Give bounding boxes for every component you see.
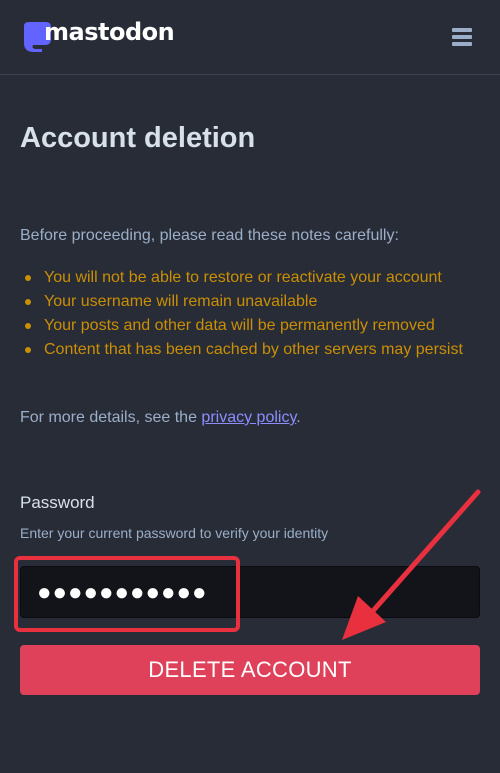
details-text: For more details, see the privacy policy… bbox=[20, 408, 301, 428]
warning-item: Your posts and other data will be perman… bbox=[20, 314, 485, 338]
warning-item: Your username will remain unavailable bbox=[20, 290, 485, 314]
delete-account-button[interactable]: DELETE ACCOUNT bbox=[20, 645, 480, 695]
hamburger-menu-icon[interactable] bbox=[448, 24, 478, 50]
warning-item: You will not be able to restore or react… bbox=[20, 266, 485, 290]
password-label: Password bbox=[20, 493, 95, 512]
logo-wordmark: mastodon bbox=[44, 18, 175, 46]
intro-text: Before proceeding, please read these not… bbox=[20, 227, 399, 244]
password-value: ●●●●●●●●●●● bbox=[37, 579, 208, 606]
warning-item: Content that has been cached by other se… bbox=[20, 338, 485, 362]
password-field[interactable]: ●●●●●●●●●●● bbox=[20, 566, 480, 618]
page-title: Account deletion bbox=[20, 122, 256, 154]
privacy-policy-link[interactable]: privacy policy bbox=[201, 409, 296, 426]
details-prefix: For more details, see the bbox=[20, 409, 202, 426]
password-hint: Enter your current password to verify yo… bbox=[20, 525, 329, 541]
details-suffix: . bbox=[296, 409, 301, 426]
warning-list: You will not be able to restore or react… bbox=[20, 266, 485, 362]
top-bar: mastodon bbox=[0, 0, 500, 75]
